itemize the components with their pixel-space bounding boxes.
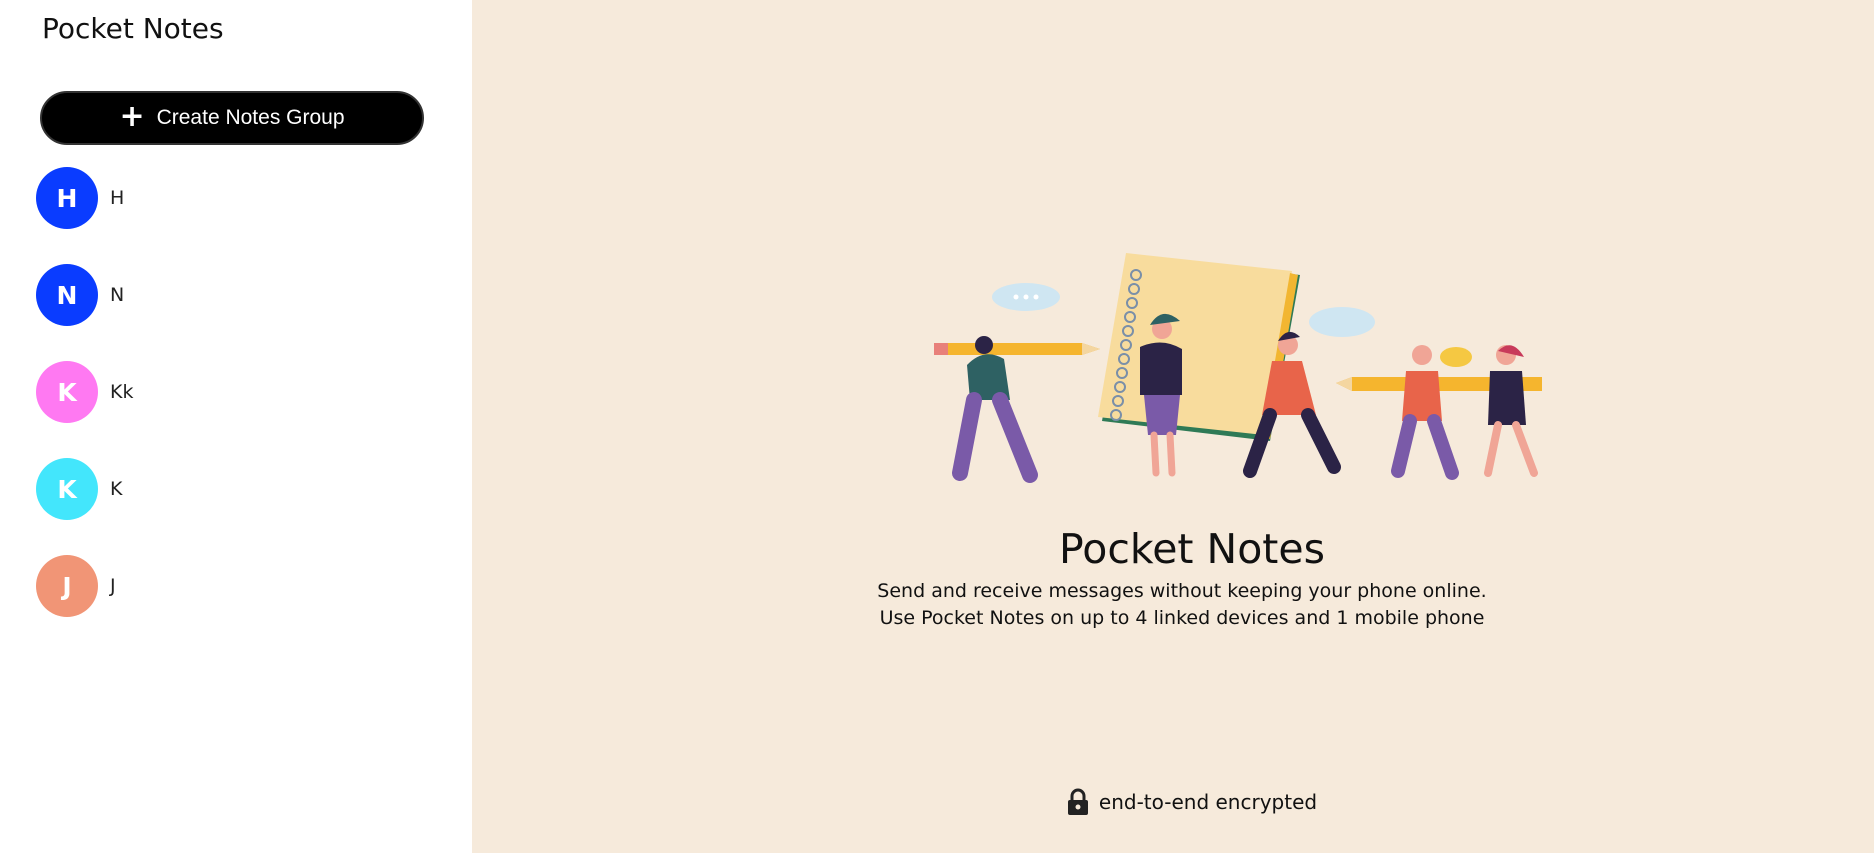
create-notes-group-label: Create Notes Group <box>156 106 345 129</box>
plus-icon: + <box>119 98 145 134</box>
app-title: Pocket Notes <box>42 12 224 45</box>
create-notes-group-button[interactable]: + Create Notes Group <box>40 91 424 145</box>
group-item[interactable]: K Kk <box>36 361 436 423</box>
encryption-footer: end-to-end encrypted <box>472 788 1874 816</box>
sidebar: Pocket Notes + Create Notes Group H H N … <box>0 0 472 853</box>
hero-title: Pocket Notes <box>1059 525 1325 573</box>
group-name: K <box>110 478 123 500</box>
group-list: H H N N K Kk K K J J <box>36 167 436 652</box>
avatar: J <box>36 555 98 617</box>
hero-description: Send and receive messages without keepin… <box>472 578 1874 632</box>
avatar: K <box>36 458 98 520</box>
main-panel: Pocket Notes Send and receive messages w… <box>472 0 1874 853</box>
group-item[interactable]: H H <box>36 167 436 229</box>
group-name: Kk <box>110 381 134 403</box>
lock-icon <box>1067 788 1088 815</box>
avatar: H <box>36 167 98 229</box>
group-name: N <box>110 284 125 306</box>
group-item[interactable]: K K <box>36 458 436 520</box>
avatar: N <box>36 264 98 326</box>
group-name: J <box>110 575 116 597</box>
group-item[interactable]: J J <box>36 555 436 617</box>
hero-illustration <box>934 253 1542 483</box>
group-name: H <box>110 187 125 209</box>
avatar: K <box>36 361 98 423</box>
encryption-text: end-to-end encrypted <box>1098 790 1318 814</box>
hero-description-line-2: Use Pocket Notes on up to 4 linked devic… <box>879 607 1485 629</box>
hero-description-line-1: Send and receive messages without keepin… <box>877 580 1487 602</box>
group-item[interactable]: N N <box>36 264 436 326</box>
